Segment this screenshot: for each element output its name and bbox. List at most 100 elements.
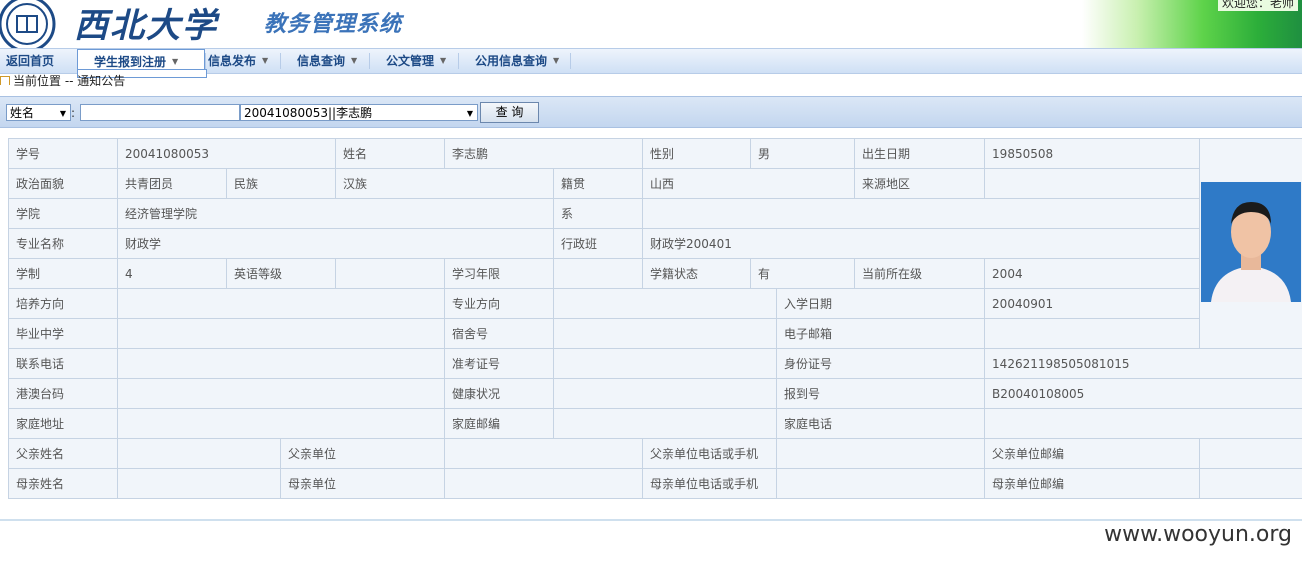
table-row: 港澳台码 健康状况 报到号 B20040108005: [8, 378, 1302, 409]
value-exam-ticket: [553, 348, 778, 379]
value-father-work-postcode: [1199, 438, 1302, 469]
label-mother-workplace: 母亲单位: [279, 468, 446, 499]
label-father-work-postcode: 父亲单位邮编: [984, 438, 1201, 469]
chevron-down-icon: ▼: [553, 56, 560, 65]
search-field-select[interactable]: 姓名 ▼: [6, 104, 71, 121]
value-mother-work-postcode: [1199, 468, 1302, 499]
label-current-grade: 当前所在级: [854, 258, 986, 289]
value-registration-number: B20040108005: [984, 378, 1302, 409]
value-department: [642, 198, 1201, 229]
value-native-place: 山西: [642, 168, 856, 199]
label-mother-work-postcode: 母亲单位邮编: [984, 468, 1201, 499]
label-father-workplace: 父亲单位: [279, 438, 446, 469]
label-hk-macao-tw-code: 港澳台码: [8, 378, 118, 409]
nav-home[interactable]: 返回首页: [6, 49, 54, 73]
nav-info-query[interactable]: 信息查询 ▼: [297, 49, 357, 73]
nav-info-publish-label: 信息发布: [208, 54, 257, 68]
label-mother-work-phone: 母亲单位电话或手机: [642, 468, 778, 499]
search-bar: 姓名 ▼ : 20041080053||李志鹏 ▼ 查 询: [0, 96, 1302, 128]
table-row: 母亲姓名 母亲单位 母亲单位电话或手机 母亲单位邮编: [8, 468, 1302, 499]
label-home-postcode: 家庭邮编: [444, 408, 555, 439]
table-row: 学制 4 英语等级 学习年限 学籍状态 有 当前所在级 2004: [8, 258, 1302, 289]
value-origin-region: [984, 168, 1201, 199]
label-department: 系: [553, 198, 644, 229]
chevron-down-icon: ▼: [262, 56, 269, 65]
query-button[interactable]: 查 询: [480, 102, 539, 123]
label-study-system: 学制: [8, 258, 118, 289]
nav-student-registration-label: 学生报到注册: [94, 55, 167, 69]
value-specialty-direction: [553, 288, 778, 319]
search-input[interactable]: [80, 104, 240, 121]
value-birth-date: 19850508: [984, 138, 1201, 169]
value-hk-macao-tw-code: [116, 378, 446, 409]
label-health-status: 健康状况: [444, 378, 555, 409]
system-title: 教务管理系统: [264, 12, 403, 37]
footer-divider: [0, 519, 1302, 521]
student-photo: [1201, 182, 1302, 302]
breadcrumb: 当前位置 -- 通知公告: [0, 73, 125, 89]
label-high-school: 毕业中学: [8, 318, 118, 349]
label-gender: 性别: [642, 138, 752, 169]
label-exam-ticket: 准考证号: [444, 348, 555, 379]
value-college: 经济管理学院: [116, 198, 555, 229]
value-training-direction: [116, 288, 446, 319]
label-college: 学院: [8, 198, 118, 229]
student-photo-cell: [1199, 138, 1302, 349]
nav-info-publish[interactable]: 信息发布 ▼: [208, 49, 268, 73]
search-result-select[interactable]: 20041080053||李志鹏 ▼: [240, 104, 478, 121]
home-icon: [0, 76, 10, 85]
table-row: 学院 经济管理学院 系: [8, 198, 1302, 229]
value-gender: 男: [750, 138, 856, 169]
label-student-id: 学号: [8, 138, 118, 169]
value-home-address: [116, 408, 446, 439]
nav-public-info-query[interactable]: 公用信息查询 ▼: [475, 49, 559, 73]
value-id-number: 142621198505081015: [984, 348, 1302, 379]
nav-divider: [280, 53, 281, 69]
chevron-down-icon: ▼: [440, 56, 447, 65]
header-banner: 西北大学 教务管理系统 欢迎您：老师: [0, 0, 1302, 48]
nav-divider: [570, 53, 571, 69]
label-origin-region: 来源地区: [854, 168, 986, 199]
value-ethnicity: 汉族: [335, 168, 555, 199]
value-current-grade: 2004: [984, 258, 1201, 289]
university-logo: 西北大学: [74, 6, 218, 46]
label-mother-name: 母亲姓名: [8, 468, 118, 499]
nav-home-label: 返回首页: [6, 54, 55, 68]
label-native-place: 籍贯: [553, 168, 644, 199]
search-field-select-value: 姓名: [10, 106, 35, 120]
label-dorm-number: 宿舍号: [444, 318, 555, 349]
label-specialty-direction: 专业方向: [444, 288, 555, 319]
label-ethnicity: 民族: [225, 168, 337, 199]
value-class: 财政学200401: [642, 228, 1201, 259]
label-english-level: 英语等级: [225, 258, 337, 289]
label-admission-date: 入学日期: [776, 288, 986, 319]
value-study-years: [553, 258, 644, 289]
chevron-down-icon: ▼: [351, 56, 358, 65]
chevron-down-icon: ▼: [466, 109, 473, 118]
label-political-status: 政治面貌: [8, 168, 118, 199]
label-home-address: 家庭地址: [8, 408, 118, 439]
table-row: 家庭地址 家庭邮编 家庭电话: [8, 408, 1302, 439]
nav-document-management[interactable]: 公文管理 ▼: [386, 49, 446, 73]
label-id-number: 身份证号: [776, 348, 986, 379]
label-name: 姓名: [335, 138, 446, 169]
value-home-phone: [984, 408, 1302, 439]
label-class: 行政班: [553, 228, 644, 259]
table-row: 联系电话 准考证号 身份证号 142621198505081015: [8, 348, 1302, 379]
search-colon: :: [71, 106, 76, 120]
value-dorm-number: [553, 318, 778, 349]
label-study-years: 学习年限: [444, 258, 555, 289]
value-father-workplace: [444, 438, 644, 469]
label-home-phone: 家庭电话: [776, 408, 986, 439]
label-birth-date: 出生日期: [854, 138, 986, 169]
chevron-down-icon: ▼: [172, 57, 179, 66]
value-father-name: [117, 438, 281, 469]
value-political-status: 共青团员: [117, 168, 227, 199]
nav-divider: [205, 53, 206, 69]
watermark: www.wooyun.org: [1104, 522, 1292, 547]
value-study-system: 4: [117, 258, 227, 289]
value-student-id: 20041080053: [116, 138, 337, 169]
table-row: 培养方向 专业方向 入学日期 20040901: [8, 288, 1302, 319]
label-father-name: 父亲姓名: [8, 438, 118, 469]
label-phone: 联系电话: [8, 348, 118, 379]
